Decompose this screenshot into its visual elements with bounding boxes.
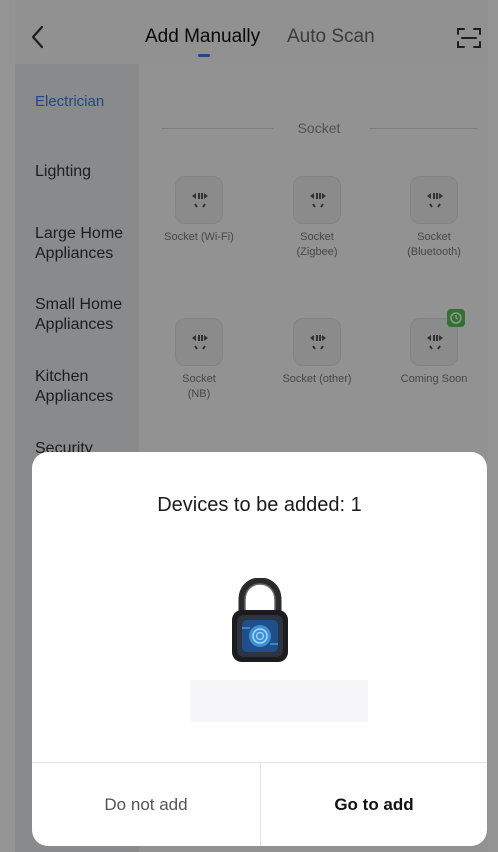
device-name-placeholder (190, 680, 368, 722)
do-not-add-button[interactable]: Do not add (32, 763, 260, 846)
devices-to-add-dialog: Devices to be added: 1 Do not add Go to … (32, 452, 487, 846)
go-to-add-button[interactable]: Go to add (261, 763, 487, 846)
dialog-title: Devices to be added: 1 (157, 494, 362, 516)
padlock-icon (232, 578, 288, 662)
